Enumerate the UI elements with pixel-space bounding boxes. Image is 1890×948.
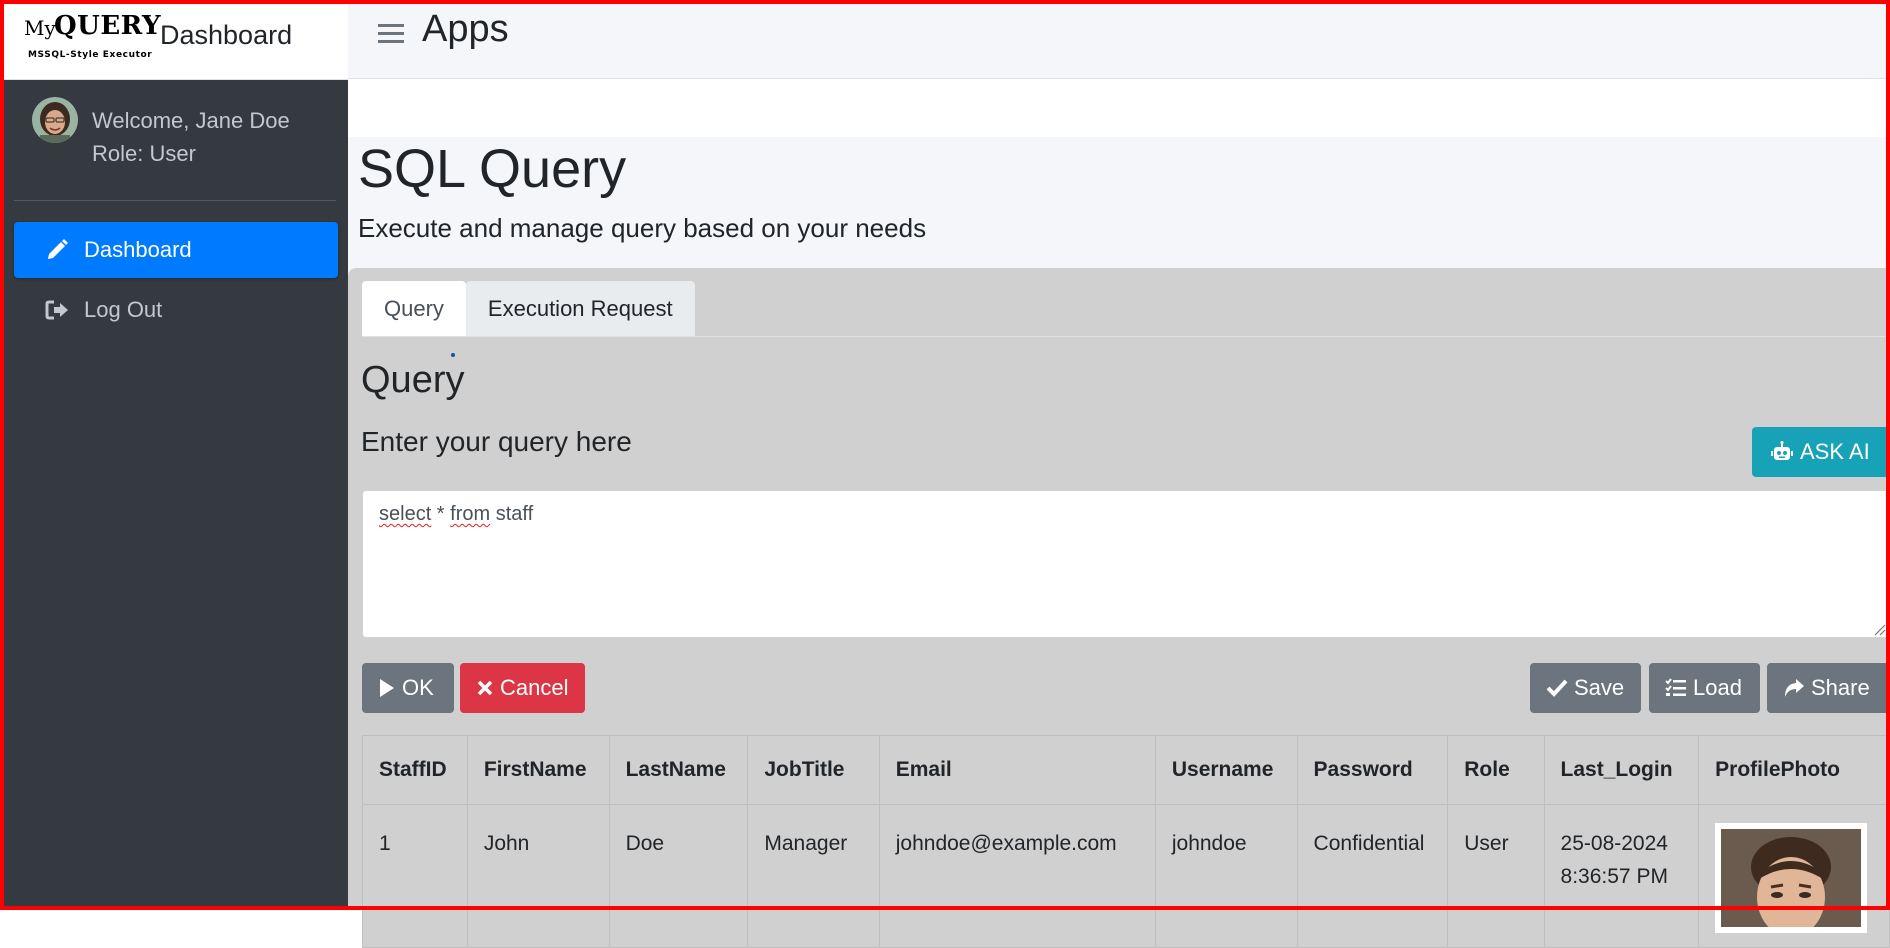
last-login-date: 25-08-2024 [1560, 832, 1668, 855]
tab-query[interactable]: Query [362, 281, 466, 337]
sign-out-icon [42, 295, 72, 325]
resize-handle-icon[interactable] [1872, 622, 1886, 636]
user-welcome: Welcome, Jane Doe [92, 108, 290, 133]
brand-logo-subtitle: MSSQL-Style Executor [28, 50, 153, 60]
section-subtitle: Enter your query here [361, 426, 632, 457]
load-label: Load [1693, 675, 1742, 700]
brand-logo-my: My [24, 16, 56, 40]
share-label: Share [1811, 675, 1870, 700]
user-role: Role: User [92, 141, 196, 166]
cancel-label: Cancel [500, 675, 569, 700]
tab-bar: Query Execution Request [362, 281, 695, 337]
cell-firstname: John [466, 804, 610, 948]
query-keyword-from: from [450, 503, 491, 525]
play-icon [380, 679, 394, 697]
ask-ai-button[interactable]: ASK AI [1752, 427, 1890, 477]
query-keyword-select: select [379, 503, 432, 525]
cell-role: User [1447, 804, 1545, 948]
column-header-staffid[interactable]: StaffID [362, 735, 468, 805]
nav-item-logout[interactable]: Log Out [14, 282, 338, 338]
results-table: StaffID FirstName LastName JobTitle Emai… [362, 735, 1890, 948]
column-header-last-login[interactable]: Last_Login [1543, 735, 1700, 805]
nav-item-label: Dashboard [84, 237, 192, 262]
column-header-password[interactable]: Password [1296, 735, 1449, 805]
column-header-firstname[interactable]: FirstName [466, 735, 610, 805]
section-title: Query [361, 359, 465, 401]
cell-staffid: 1 [362, 804, 468, 948]
cell-username: johndoe [1154, 804, 1298, 948]
load-button[interactable]: Load [1649, 663, 1760, 713]
query-token: staff [490, 503, 534, 525]
column-header-lastname[interactable]: LastName [608, 735, 749, 805]
last-login-time: 8:36:57 PM [1560, 865, 1668, 888]
nav-item-dashboard[interactable]: Dashboard [14, 222, 338, 278]
user-panel: Welcome, Jane Doe Role: User [14, 80, 336, 201]
ok-button[interactable]: OK [362, 663, 454, 713]
cell-email: johndoe@example.com [878, 804, 1156, 948]
hamburger-menu-icon[interactable] [378, 24, 404, 46]
column-header-role[interactable]: Role [1447, 735, 1545, 805]
query-token: * [431, 503, 451, 525]
column-header-username[interactable]: Username [1154, 735, 1298, 805]
brand-title: Dashboard [160, 20, 293, 50]
cursor-dot [451, 353, 455, 357]
cell-password: Confidential [1296, 804, 1449, 948]
brand-logo-query: QUERY [54, 11, 162, 41]
brand-link[interactable]: My QUERY MSSQL-Style Executor Dashboard [0, 0, 348, 80]
robot-icon [1771, 441, 1793, 460]
pencil-icon [42, 235, 72, 265]
query-textarea[interactable]: select * from staff [362, 490, 1890, 638]
cell-profilephoto [1698, 804, 1890, 948]
avatar [32, 97, 78, 143]
share-button[interactable]: Share [1767, 663, 1890, 713]
cancel-button[interactable]: Cancel [460, 663, 585, 713]
share-icon [1785, 679, 1804, 697]
cell-lastname: Doe [608, 804, 749, 948]
save-label: Save [1574, 675, 1625, 700]
sidebar: My QUERY MSSQL-Style Executor Dashboard … [0, 0, 348, 910]
tab-execution-request[interactable]: Execution Request [465, 281, 695, 337]
table-header-row: StaffID FirstName LastName JobTitle Emai… [362, 735, 1890, 805]
page-title: SQL Query [358, 139, 627, 199]
list-check-icon [1665, 678, 1686, 696]
save-button[interactable]: Save [1530, 663, 1641, 713]
ask-ai-label: ASK AI [1800, 439, 1870, 464]
check-icon [1546, 679, 1568, 697]
column-header-profilephoto[interactable]: ProfilePhoto [1698, 735, 1890, 805]
top-navbar: Apps [348, 0, 1890, 79]
header-title: Apps [422, 8, 509, 50]
table-row: 1 John Doe Manager johndoe@example.com j… [362, 804, 1890, 948]
close-icon [477, 680, 493, 696]
profile-photo [1715, 823, 1868, 937]
header-spacer [348, 79, 1890, 137]
page-subtitle: Execute and manage query based on your n… [358, 213, 927, 243]
ok-label: OK [402, 675, 434, 700]
cell-last-login: 25-08-2024 8:36:57 PM [1543, 804, 1700, 948]
column-header-jobtitle[interactable]: JobTitle [747, 735, 880, 805]
nav-item-label: Log Out [84, 297, 163, 322]
column-header-email[interactable]: Email [878, 735, 1156, 805]
tab-divider [362, 336, 1890, 337]
cell-jobtitle: Manager [747, 804, 880, 948]
